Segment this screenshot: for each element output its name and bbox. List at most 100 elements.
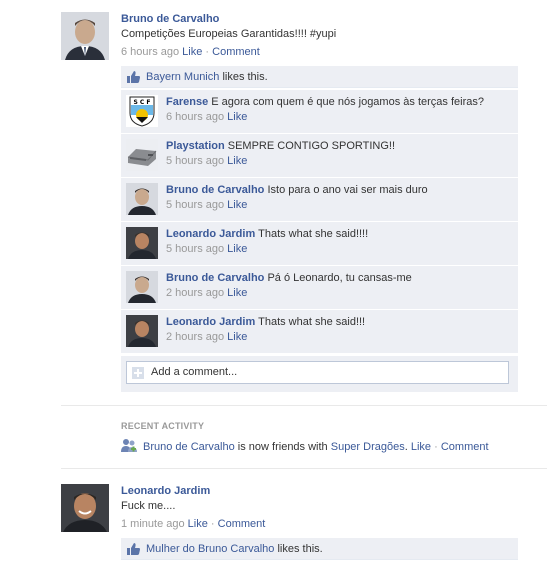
add-comment-placeholder: Add a comment... [151, 366, 238, 378]
post-meta: 1 minute ago Like · Comment [121, 517, 547, 531]
comment-like-link[interactable]: Like [227, 331, 247, 343]
post-message: Fuck me.... [121, 500, 176, 512]
author-avatar[interactable] [61, 484, 109, 532]
comment-body: Leonardo Jardim Thats what she said!!!! [166, 227, 514, 241]
post-meta: 6 hours ago Like · Comment [121, 45, 547, 59]
comment-link[interactable]: Comment [212, 46, 260, 58]
divider [61, 405, 547, 406]
commenter-avatar[interactable] [126, 227, 158, 259]
activity-period: . [404, 440, 408, 453]
comment-text: E agora com quem é que nós jogamos às te… [211, 96, 484, 108]
thumbs-up-icon [127, 71, 140, 86]
likes-suffix: likes this. [222, 71, 268, 83]
likes-text: Mulher do Bruno Carvalho likes this. [146, 542, 323, 556]
comment-like-link[interactable]: Like [227, 243, 247, 255]
comment-author[interactable]: Bruno de Carvalho [166, 272, 264, 284]
comment-author[interactable]: Leonardo Jardim [166, 228, 255, 240]
comment-text: Thats what she said!!!! [258, 228, 369, 240]
comment-item: Playstation SEMPRE CONTIGO SPORTING!! 5 h… [121, 134, 518, 178]
post-content: Bruno de Carvalho Competições Europeias … [121, 12, 547, 59]
comment-text: Pá ó Leonardo, tu cansas-me [267, 272, 412, 284]
comment-body: Bruno de Carvalho Pá ó Leonardo, tu cans… [166, 271, 514, 285]
comment-text: SEMPRE CONTIGO SPORTING!! [227, 140, 396, 152]
comment-meta: 2 hours ago Like [166, 330, 247, 344]
comment-like-link[interactable]: Like [227, 199, 247, 211]
comment-item: Leonardo Jardim Thats what she said!!!! 5… [121, 222, 518, 266]
comment-meta: 5 hours ago Like [166, 154, 247, 168]
comment-timestamp[interactable]: 2 hours ago [166, 287, 227, 299]
user-avatar-icon [126, 315, 158, 347]
comment-body: Bruno de Carvalho Isto para o ano vai se… [166, 183, 514, 197]
author-avatar[interactable] [61, 12, 109, 60]
comment-body: Farense E agora com quem é que nós jogam… [166, 95, 514, 109]
post-author[interactable]: Leonardo Jardim [121, 484, 547, 498]
liker-name[interactable]: Mulher do Bruno Carvalho [146, 543, 274, 555]
post-message: Competições Europeias Garantidas!!!! #yu… [121, 28, 337, 40]
liker-name[interactable]: Bayern Munich [146, 71, 219, 83]
post-timestamp[interactable]: 6 hours ago [121, 46, 179, 58]
activity-target[interactable]: Super Dragões [331, 441, 405, 453]
likes-text: Bayern Munich likes this. [146, 70, 268, 84]
recent-activity-item: Bruno de Carvalho is now friends with Su… [121, 438, 489, 456]
likes-suffix: likes this. [277, 543, 323, 555]
playstation-console-icon [126, 139, 158, 171]
add-comment-input[interactable]: Add a comment... [126, 361, 509, 384]
svg-text:S C F: S C F [133, 99, 150, 106]
comment-timestamp[interactable]: 5 hours ago [166, 243, 227, 255]
activity-middle: is now friends with [237, 440, 328, 453]
separator: · [210, 518, 215, 530]
comment-item: Bruno de Carvalho Pá ó Leonardo, tu cans… [121, 266, 518, 310]
comment-meta: 6 hours ago Like [166, 110, 247, 124]
comment-meta: 5 hours ago Like [166, 198, 247, 212]
separator: · [434, 440, 438, 453]
post-author[interactable]: Bruno de Carvalho [121, 12, 547, 26]
separator: · [205, 46, 210, 58]
comment-author[interactable]: Farense [166, 96, 208, 108]
comment-text: Thats what she said!!! [258, 316, 366, 328]
comment-author[interactable]: Bruno de Carvalho [166, 184, 264, 196]
user-avatar-icon [126, 271, 158, 303]
commenter-avatar[interactable] [126, 271, 158, 303]
post-content: Leonardo Jardim Fuck me.... 1 minute ago… [121, 484, 547, 531]
comment-meta: 2 hours ago Like [166, 286, 247, 300]
divider [61, 468, 547, 469]
commenter-avatar[interactable] [126, 315, 158, 347]
comment-like-link[interactable]: Like [227, 111, 247, 123]
comment-text: Isto para o ano vai ser mais duro [267, 184, 428, 196]
add-icon [132, 367, 144, 382]
comment-like-link[interactable]: Like [227, 155, 247, 167]
farense-crest-icon: S C F [126, 95, 158, 127]
commenter-avatar[interactable] [126, 139, 158, 171]
comment-item: S C F Farense E agora com quem é que nós … [121, 90, 518, 134]
user-avatar-icon [61, 484, 109, 532]
user-avatar-icon [61, 12, 109, 60]
thumbs-up-icon [127, 543, 140, 558]
comment-timestamp[interactable]: 2 hours ago [166, 331, 227, 343]
user-avatar-icon [126, 227, 158, 259]
comment-like-link[interactable]: Like [227, 287, 247, 299]
comment-body: Playstation SEMPRE CONTIGO SPORTING!! [166, 139, 514, 153]
comment-author[interactable]: Playstation [166, 140, 225, 152]
comment-link[interactable]: Comment [218, 518, 266, 530]
friends-icon [121, 438, 137, 456]
comment-author[interactable]: Leonardo Jardim [166, 316, 255, 328]
like-link[interactable]: Like [188, 518, 208, 530]
likes-bar: Mulher do Bruno Carvalho likes this. [121, 538, 518, 560]
activity-actor[interactable]: Bruno de Carvalho [143, 441, 235, 453]
recent-activity-title: RECENT ACTIVITY [121, 421, 205, 431]
activity-comment-link[interactable]: Comment [441, 441, 489, 453]
post-timestamp[interactable]: 1 minute ago [121, 518, 185, 530]
comment-item: Leonardo Jardim Thats what she said!!! 2 … [121, 310, 518, 354]
commenter-avatar[interactable]: S C F [126, 95, 158, 127]
comment-item: Bruno de Carvalho Isto para o ano vai se… [121, 178, 518, 222]
activity-like-link[interactable]: Like [411, 441, 431, 453]
comment-meta: 5 hours ago Like [166, 242, 247, 256]
like-link[interactable]: Like [182, 46, 202, 58]
add-comment-box: Add a comment... [121, 356, 518, 392]
comment-body: Leonardo Jardim Thats what she said!!! [166, 315, 514, 329]
comment-timestamp[interactable]: 5 hours ago [166, 199, 227, 211]
comment-timestamp[interactable]: 5 hours ago [166, 155, 227, 167]
comment-timestamp[interactable]: 6 hours ago [166, 111, 227, 123]
user-avatar-icon [126, 183, 158, 215]
commenter-avatar[interactable] [126, 183, 158, 215]
